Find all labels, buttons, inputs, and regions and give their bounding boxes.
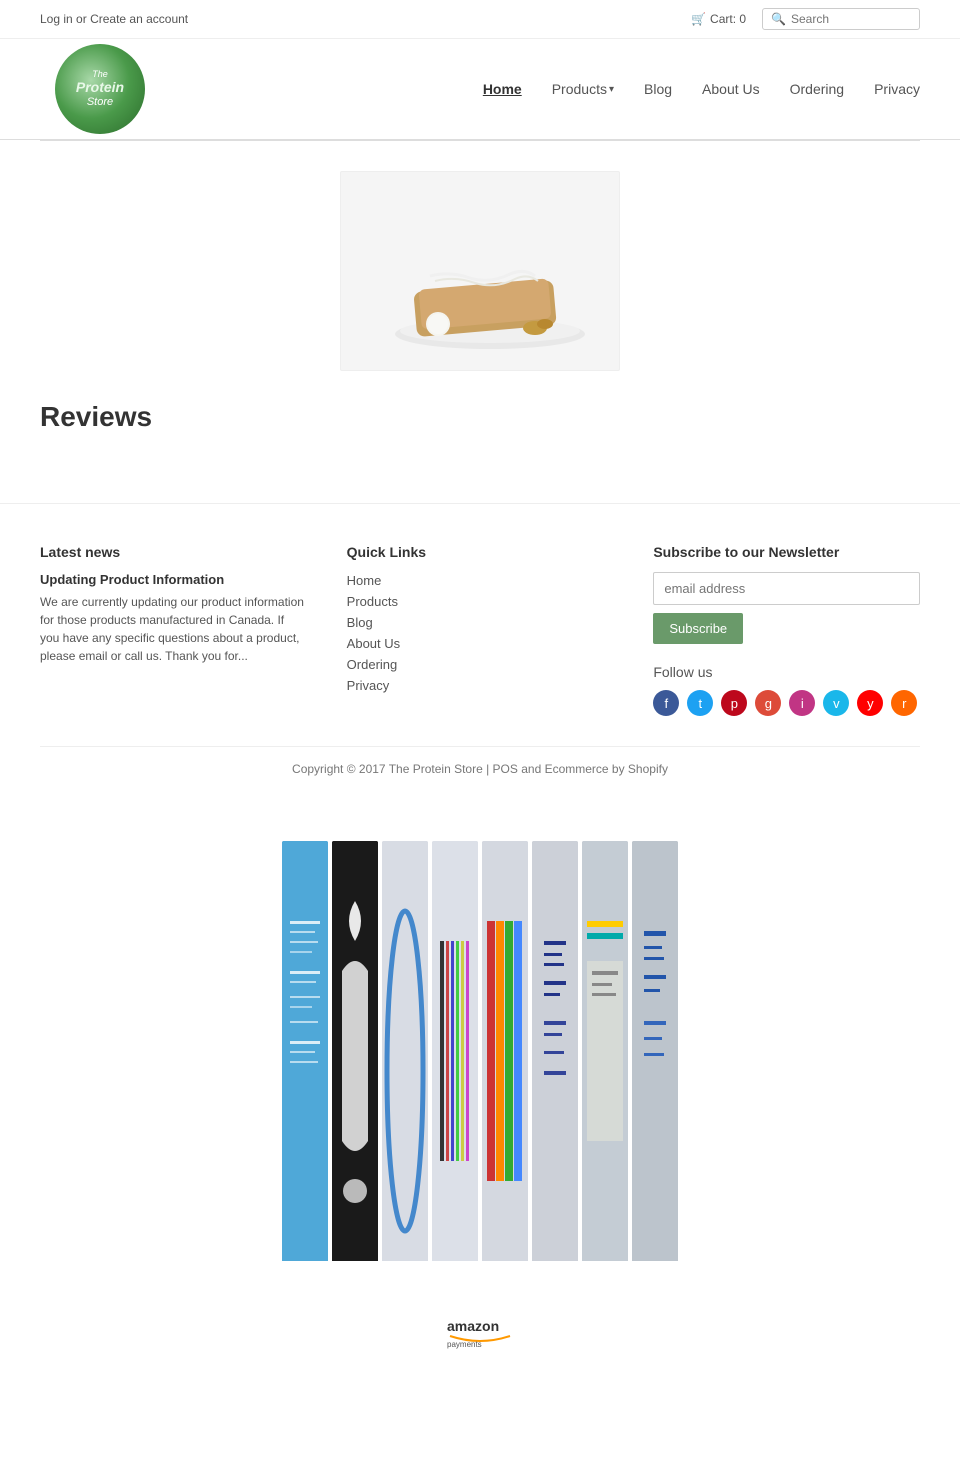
instagram-icon[interactable]: i (789, 690, 815, 716)
search-input[interactable] (791, 12, 911, 26)
quick-link-home[interactable]: Home (347, 573, 382, 588)
nav-about[interactable]: About Us (702, 81, 760, 97)
follow-us-heading: Follow us (653, 664, 920, 680)
cart-count: Cart: 0 (710, 12, 746, 26)
book-spine-5 (482, 841, 528, 1261)
svg-text:amazon: amazon (447, 1318, 499, 1334)
quick-link-item: Home (347, 572, 614, 588)
amazon-badge[interactable]: amazon payments (445, 1311, 515, 1351)
newsletter-email-input[interactable] (653, 572, 920, 605)
reviews-section: Reviews (40, 401, 920, 433)
footer-quick-links: Quick Links Home Products Blog About Us … (347, 544, 614, 716)
rss-icon[interactable]: r (891, 690, 917, 716)
social-icons: f t p g i v y r (653, 690, 920, 716)
newsletter-heading: Subscribe to our Newsletter (653, 544, 920, 560)
follow-us: Follow us f t p g i v y r (653, 664, 920, 716)
google-plus-icon[interactable]: g (755, 690, 781, 716)
site-footer: Latest news Updating Product Information… (0, 503, 960, 811)
quick-link-privacy[interactable]: Privacy (347, 678, 390, 693)
amazon-logo-svg: amazon payments (445, 1311, 515, 1351)
book-spine-1 (282, 841, 328, 1261)
book-spine-7 (582, 841, 628, 1261)
youtube-icon[interactable]: y (857, 690, 883, 716)
main-content: Reviews (0, 141, 960, 473)
footer-latest-news: Latest news Updating Product Information… (40, 544, 307, 716)
vimeo-icon[interactable]: v (823, 690, 849, 716)
book-spine-8 (632, 841, 678, 1261)
book-spine-3 (382, 841, 428, 1261)
product-image-box (340, 171, 620, 371)
subscribe-button[interactable]: Subscribe (653, 613, 743, 644)
search-wrap[interactable]: 🔍 (762, 8, 920, 30)
cart-wrap[interactable]: 🛒 Cart: 0 (691, 12, 746, 26)
nav-privacy[interactable]: Privacy (874, 81, 920, 97)
book-spine-4 (432, 841, 478, 1261)
nav-home[interactable]: Home (483, 81, 522, 97)
footer-columns: Latest news Updating Product Information… (40, 544, 920, 716)
login-link[interactable]: Log in (40, 12, 73, 26)
news-article-title[interactable]: Updating Product Information (40, 572, 307, 587)
book-spine-2 (332, 841, 378, 1261)
quick-link-item: Products (347, 593, 614, 609)
reviews-heading: Reviews (40, 401, 920, 433)
main-nav: Home Products ▾ Blog About Us Ordering P… (483, 81, 920, 97)
latest-news-heading: Latest news (40, 544, 307, 560)
quick-links-list: Home Products Blog About Us Ordering Pri… (347, 572, 614, 693)
amazon-section: amazon payments (0, 1291, 960, 1391)
footer-newsletter-follow: Subscribe to our Newsletter Subscribe Fo… (653, 544, 920, 716)
quick-link-ordering[interactable]: Ordering (347, 657, 398, 672)
book-spine-6 (532, 841, 578, 1261)
logo[interactable]: The Protein Store (40, 49, 160, 129)
quick-link-item: Privacy (347, 677, 614, 693)
search-icon: 🔍 (771, 12, 786, 26)
create-account-link[interactable]: Create an account (90, 12, 188, 26)
news-article-body: We are currently updating our product in… (40, 593, 307, 665)
products-dropdown-arrow[interactable]: ▾ (609, 84, 614, 95)
quick-link-about[interactable]: About Us (347, 636, 400, 651)
quick-links-heading: Quick Links (347, 544, 614, 560)
site-header: The Protein Store Home Products ▾ Blog A… (0, 39, 960, 140)
nav-ordering[interactable]: Ordering (790, 81, 844, 97)
facebook-icon[interactable]: f (653, 690, 679, 716)
product-food-image (360, 186, 600, 356)
quick-link-item: Blog (347, 614, 614, 630)
nav-products[interactable]: Products (552, 81, 607, 97)
quick-link-item: About Us (347, 635, 614, 651)
product-image-area (40, 171, 920, 371)
nav-blog[interactable]: Blog (644, 81, 672, 97)
svg-text:payments: payments (447, 1340, 482, 1349)
top-bar-auth: Log in or Create an account (40, 12, 188, 26)
quick-link-blog[interactable]: Blog (347, 615, 373, 630)
top-bar: Log in or Create an account 🛒 Cart: 0 🔍 (0, 0, 960, 39)
cart-icon: 🛒 (691, 12, 706, 26)
copyright: Copyright © 2017 The Protein Store | POS… (40, 746, 920, 791)
top-bar-right: 🛒 Cart: 0 🔍 (691, 8, 920, 30)
twitter-icon[interactable]: t (687, 690, 713, 716)
book-spines-section (0, 811, 960, 1291)
quick-link-item: Ordering (347, 656, 614, 672)
nav-products-wrap: Products ▾ (552, 81, 614, 97)
pinterest-icon[interactable]: p (721, 690, 747, 716)
quick-link-products[interactable]: Products (347, 594, 398, 609)
